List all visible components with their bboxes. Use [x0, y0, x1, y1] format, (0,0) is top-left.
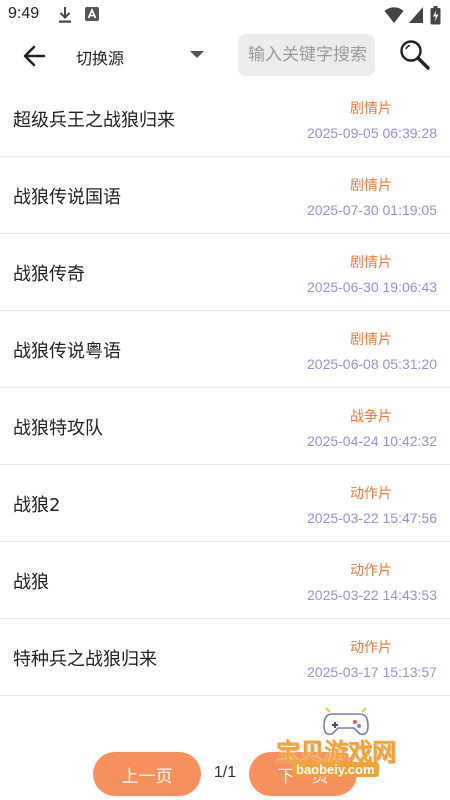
page-indicator: 1/1 — [213, 764, 237, 781]
item-title: 特种兵之战狼归来 — [13, 649, 157, 670]
item-title: 战狼特攻队 — [13, 418, 103, 439]
item-title: 战狼传奇 — [13, 264, 85, 285]
list-item[interactable]: 战狼 动作片 2025-03-22 14:43:53 — [0, 542, 450, 619]
source-dropdown[interactable]: 切换源 — [76, 40, 216, 72]
list-item[interactable]: 战狼2 动作片 2025-03-22 15:47:56 — [0, 465, 450, 542]
item-genre: 动作片 — [350, 486, 392, 502]
prev-page-button[interactable]: 上一页 — [93, 752, 201, 796]
item-genre: 剧情片 — [350, 332, 392, 348]
item-date: 2025-09-05 06:39:28 — [307, 125, 437, 141]
list-item[interactable]: 超级兵王之战狼归来 剧情片 2025-09-05 06:39:28 — [0, 80, 450, 157]
arrow-left-icon[interactable] — [18, 40, 52, 72]
search-box — [238, 34, 375, 76]
dropdown-arrow-icon — [190, 51, 204, 58]
item-date: 2025-03-22 15:47:56 — [307, 510, 437, 526]
item-title: 战狼传说粤语 — [13, 341, 121, 362]
item-date: 2025-03-22 14:43:53 — [307, 587, 437, 603]
item-title: 战狼2 — [13, 495, 61, 516]
pagination: 上一页 1/1 下一页 — [0, 752, 450, 796]
toolbar: 切换源 — [0, 30, 450, 82]
list-item[interactable]: 战狼传奇 剧情片 2025-06-30 19:06:43 — [0, 234, 450, 311]
list-item[interactable]: 战狼传说国语 剧情片 2025-07-30 01:19:05 — [0, 157, 450, 234]
item-genre: 剧情片 — [350, 178, 392, 194]
item-title: 战狼传说国语 — [13, 187, 121, 208]
item-title: 超级兵王之战狼归来 — [13, 110, 175, 131]
a-notification-icon — [85, 7, 99, 21]
search-icon[interactable] — [398, 38, 432, 72]
download-icon — [59, 7, 71, 23]
battery-icon — [430, 6, 441, 25]
item-genre: 动作片 — [350, 640, 392, 656]
list-item[interactable]: 特种兵之战狼归来 动作片 2025-03-17 15:13:57 — [0, 619, 450, 696]
status-bar: 9:49 — [0, 0, 450, 30]
item-date: 2025-06-30 19:06:43 — [307, 279, 437, 295]
list-item[interactable]: 战狼特攻队 战争片 2025-04-24 10:42:32 — [0, 388, 450, 465]
source-dropdown-label: 切换源 — [76, 49, 125, 68]
search-input[interactable] — [238, 34, 375, 76]
item-date: 2025-07-30 01:19:05 — [307, 202, 437, 218]
status-time: 9:49 — [8, 5, 40, 22]
next-page-button[interactable]: 下一页 — [249, 752, 357, 796]
wifi-icon — [384, 7, 404, 23]
item-genre: 剧情片 — [350, 255, 392, 271]
item-title: 战狼 — [13, 572, 49, 593]
signal-icon — [409, 7, 423, 23]
gamepad-icon — [323, 707, 369, 736]
item-genre: 动作片 — [350, 563, 392, 579]
item-genre: 剧情片 — [350, 101, 392, 117]
item-date: 2025-06-08 05:31:20 — [307, 356, 437, 372]
item-date: 2025-03-17 15:13:57 — [307, 664, 437, 680]
item-date: 2025-04-24 10:42:32 — [307, 433, 437, 449]
list-item[interactable]: 战狼传说粤语 剧情片 2025-06-08 05:31:20 — [0, 311, 450, 388]
results-list: 超级兵王之战狼归来 剧情片 2025-09-05 06:39:28 战狼传说国语… — [0, 80, 450, 696]
item-genre: 战争片 — [350, 409, 392, 425]
